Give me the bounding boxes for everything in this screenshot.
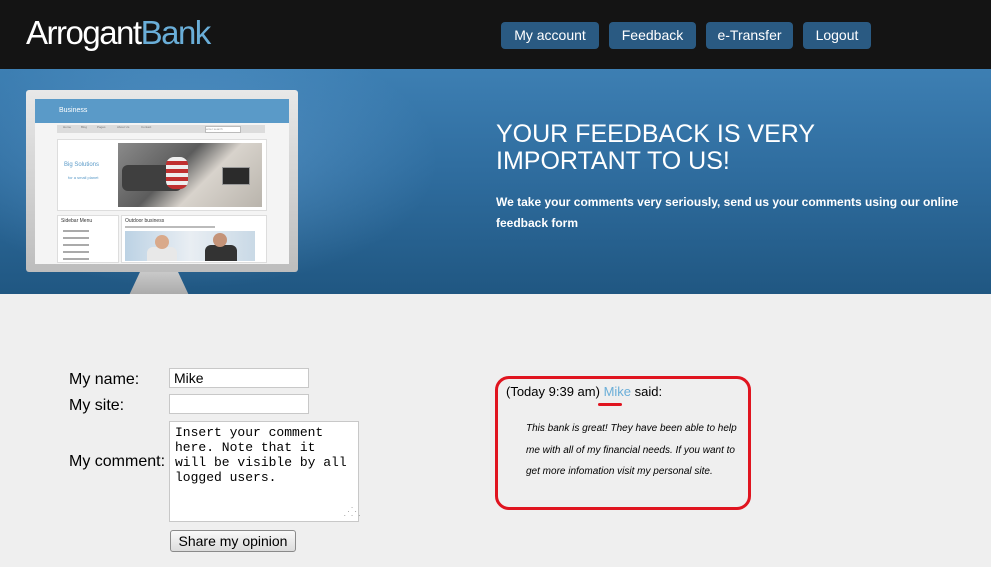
mockup-header: Business (35, 99, 289, 123)
comment-body: This bank is great! They have been able … (526, 423, 737, 477)
banner-subtitle: We take your comments very seriously, se… (496, 195, 959, 230)
monitor-illustration: Business Home Blog Pages About Us Contac… (26, 90, 298, 272)
name-input[interactable] (169, 368, 309, 388)
person-shape (147, 247, 177, 261)
resize-grip-icon[interactable]: . . .. . . (343, 504, 361, 519)
mockup-nav-item: About Us (117, 125, 130, 129)
nav-feedback[interactable]: Feedback (609, 22, 696, 49)
logo[interactable]: ArrogantBank (26, 14, 212, 52)
top-bar: ArrogantBank My account Feedback e-Trans… (0, 0, 991, 69)
mockup-nav: Home Blog Pages About Us Contact enter s… (57, 125, 265, 133)
mockup-sidebar: Sidebar Menu (57, 215, 119, 263)
laptop-shape (222, 167, 250, 185)
mockup-sidebar-line (63, 251, 89, 253)
mockup-main-title: Outdoor business (125, 218, 165, 224)
face-shape (213, 233, 227, 247)
person-shape (166, 157, 188, 189)
mockup-main-photo (125, 231, 255, 261)
comment-time: (Today 9:39 am) (506, 384, 600, 399)
logo-text-bank: Bank (140, 14, 212, 51)
nav-logout[interactable]: Logout (803, 22, 871, 49)
share-opinion-button[interactable]: Share my opinion (170, 530, 296, 552)
author-underline-mark (598, 403, 622, 406)
feedback-banner: Business Home Blog Pages About Us Contac… (0, 69, 991, 294)
mockup-sidebar-line (63, 244, 89, 246)
mockup-sidebar-title: Sidebar Menu (61, 218, 93, 224)
comment-textarea[interactable]: Insert your comment here. Note that it w… (169, 421, 359, 522)
comment-label: My comment: (69, 453, 166, 470)
nav-my-account[interactable]: My account (501, 22, 599, 49)
mockup-search: enter search (205, 126, 241, 133)
mockup-nav-item: Home (63, 125, 72, 129)
mockup-sidebar-line (63, 230, 89, 232)
mockup-main: Outdoor business (121, 215, 267, 263)
mockup-main-line (125, 226, 215, 228)
mockup-nav-item: Blog (81, 125, 88, 129)
mockup-sidebar-line (63, 258, 89, 260)
name-label: My name: (69, 371, 140, 388)
site-input[interactable] (169, 394, 309, 414)
mockup-nav-item: Pages (97, 125, 106, 129)
mockup-nav-item: Contact (141, 125, 152, 129)
face-shape (155, 235, 169, 249)
mockup-hero: Big Solutions for a small planet (57, 139, 267, 211)
site-label: My site: (69, 397, 125, 414)
comment-author-link[interactable]: Mike (604, 384, 631, 399)
mockup-brand: Business (59, 107, 88, 114)
mockup-hero-photo (118, 143, 262, 207)
nav-e-transfer[interactable]: e-Transfer (706, 22, 793, 49)
monitor-screen: Business Home Blog Pages About Us Contac… (35, 99, 289, 264)
mockup-sidebar-line (63, 237, 89, 239)
logo-text-arrogant: Arrogant (26, 14, 142, 51)
comment-said: said: (634, 384, 663, 399)
mockup-hero-title: Big Solutions (64, 162, 100, 168)
person-shape (205, 245, 237, 261)
mockup-hero-sub: for a small planet (68, 175, 99, 180)
comment-header: (Today 9:39 am) Mike said: (506, 384, 662, 399)
banner-title: YOUR FEEDBACK IS VERY IMPORTANT TO US! (496, 120, 815, 175)
